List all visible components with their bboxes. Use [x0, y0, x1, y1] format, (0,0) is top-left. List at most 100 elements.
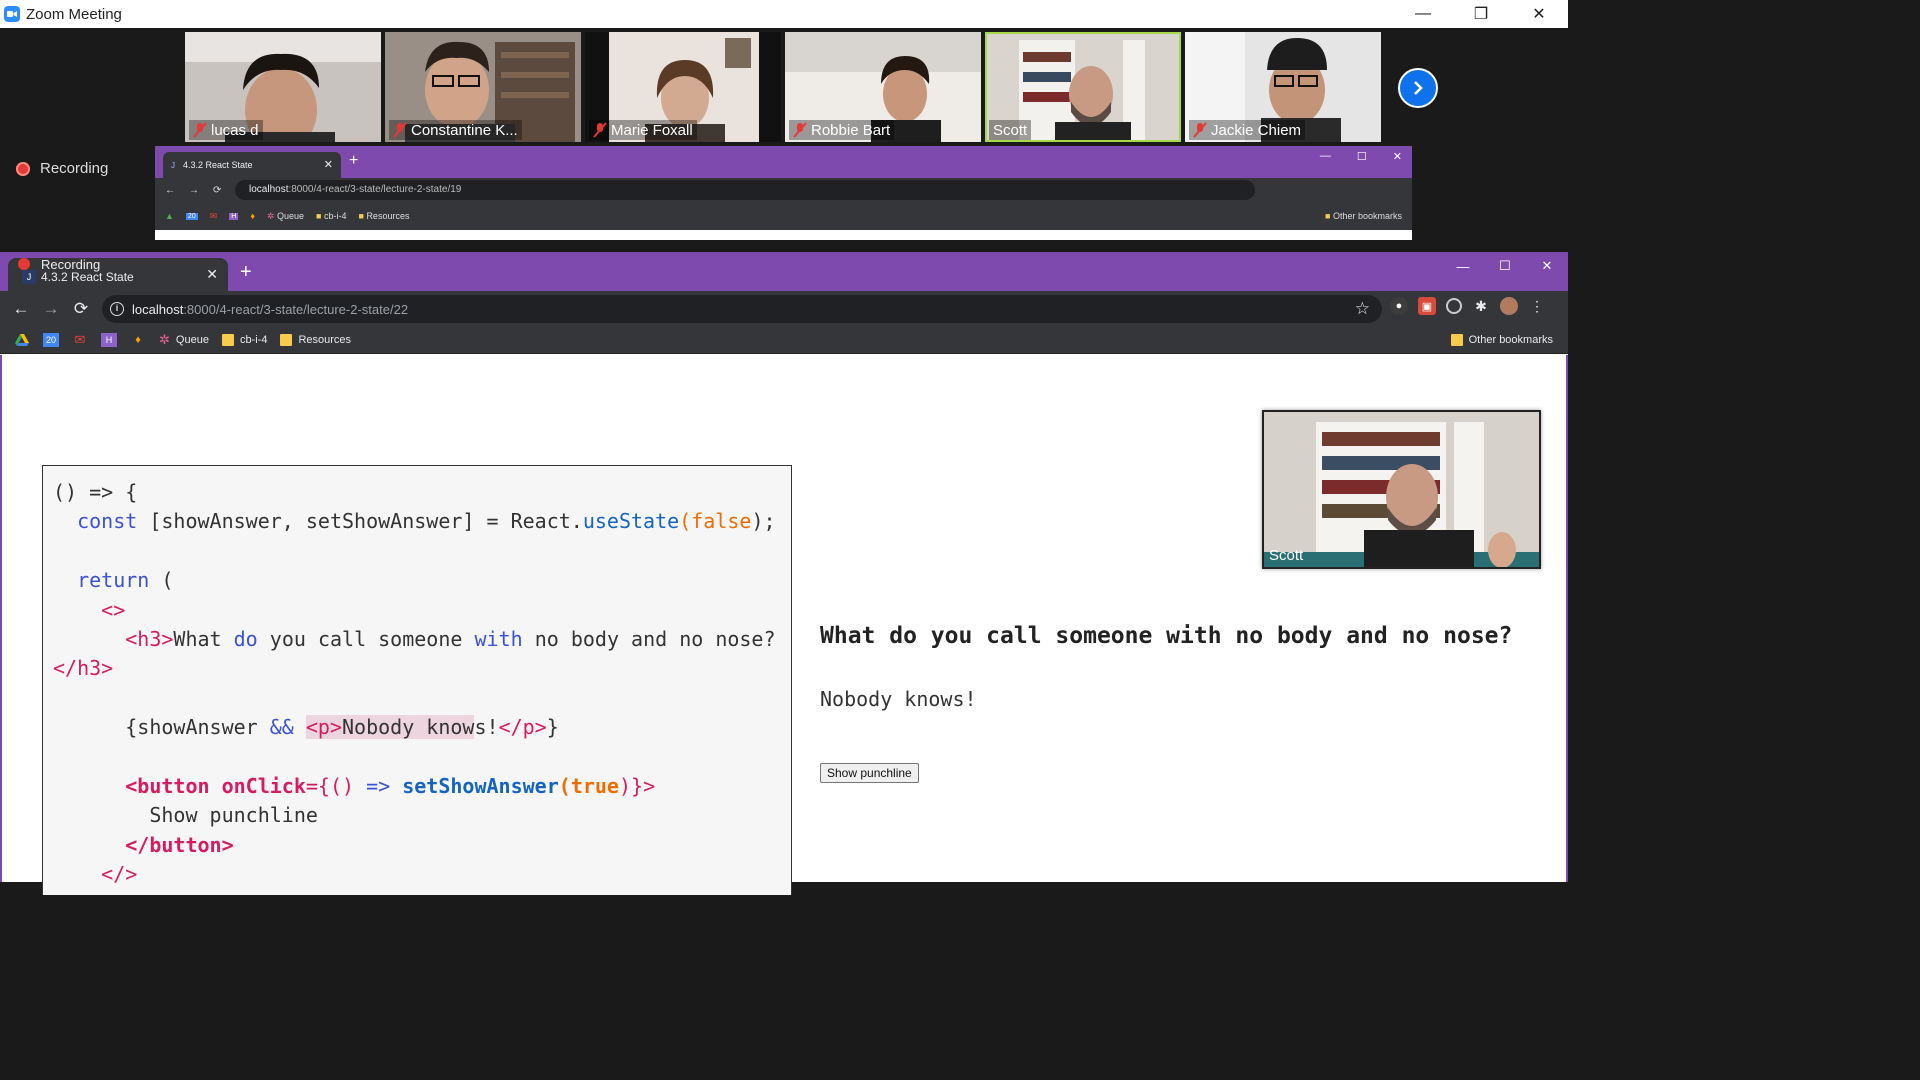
participant-tile[interactable]: Robbie Bart	[785, 32, 981, 142]
info-icon[interactable]: i	[110, 302, 124, 316]
participant-name: Marie Foxall	[611, 121, 693, 139]
bookmark-h-icon[interactable]: H	[101, 333, 117, 347]
bookmark-drive-icon: ▲	[165, 211, 174, 221]
close-tab-icon[interactable]: ✕	[206, 266, 218, 283]
recording-label: Recording	[40, 160, 109, 177]
record-icon	[16, 161, 30, 176]
mini-bookmark-folder: ■ Resources	[358, 211, 410, 221]
mini-tab: J 4.3.2 React State ✕	[163, 152, 341, 178]
close-icon: ✕	[1392, 151, 1402, 163]
close-button[interactable]: ✕	[1526, 252, 1568, 280]
reload-button[interactable]: ⟳	[66, 294, 96, 324]
participant-tile[interactable]: Constantine K...	[385, 32, 581, 142]
page-content: () => { const [showAnswer, setShowAnswer…	[0, 355, 1568, 895]
tab-favicon-icon: J	[22, 270, 36, 284]
profile-avatar[interactable]	[1500, 297, 1518, 315]
back-icon: ←	[165, 184, 175, 196]
code-block: () => { const [showAnswer, setShowAnswer…	[42, 465, 792, 895]
bookmark-calendar-icon[interactable]: 20	[43, 333, 59, 347]
show-punchline-button[interactable]: Show punchline	[820, 763, 919, 783]
bookmark-fire-icon: ♦	[250, 211, 255, 221]
bookmark-star-icon[interactable]: ☆	[1355, 299, 1370, 319]
participant-name: Jackie Chiem	[1211, 121, 1302, 139]
maximize-button[interactable]: ☐	[1484, 252, 1526, 280]
restore-button[interactable]: ❐	[1452, 0, 1510, 28]
close-button[interactable]: ✕	[1510, 0, 1568, 28]
queue-icon: ✲	[159, 332, 170, 347]
new-tab-button[interactable]: +	[240, 262, 252, 282]
bookmark-gmail-icon: ✉	[209, 210, 218, 221]
bookmark-folder-resources[interactable]: Resources	[280, 334, 351, 346]
mini-bookmark-folder: ■ cb-i-4	[316, 211, 347, 221]
bookmarks-bar: 20 ✉ H ♦ ✲ Queue cb-i-4 Resources Other b…	[0, 327, 1568, 354]
tab-title: 4.3.2 React State	[41, 270, 134, 284]
url-host: localhost	[132, 301, 184, 317]
mic-muted-icon	[393, 122, 407, 138]
next-page-button[interactable]	[1398, 68, 1438, 108]
mic-muted-icon	[593, 122, 607, 138]
chevron-right-icon	[1414, 81, 1423, 95]
extension-red-icon[interactable]: ▣	[1418, 297, 1436, 315]
bookmark-calendar-icon: 20	[185, 212, 198, 220]
other-bookmarks[interactable]: Other bookmarks	[1450, 334, 1553, 346]
tab-favicon-icon: J	[171, 160, 175, 170]
bookmark-h-icon: H	[229, 212, 239, 220]
zoom-titlebar: Zoom Meeting — ❐ ✕	[0, 0, 1568, 28]
bookmark-queue[interactable]: ✲ Queue	[159, 332, 209, 348]
tab-strip: J Recording 4.3.2 React State ✕ + — ☐ ✕	[0, 252, 1568, 291]
recording-indicator[interactable]: Recording	[16, 160, 108, 177]
mic-muted-icon	[793, 122, 807, 138]
participant-name: Constantine K...	[411, 121, 518, 139]
maximize-icon: ☐	[1356, 151, 1367, 163]
mini-address-bar: localhost:8000/4-react/3-state/lecture-2…	[235, 180, 1255, 200]
minimize-button[interactable]: —	[1394, 0, 1452, 28]
menu-kebab-icon[interactable]: ⋮	[1528, 297, 1546, 315]
extension-lastpass-icon[interactable]: ●	[1390, 297, 1408, 315]
participant-tile[interactable]: Marie Foxall	[585, 32, 781, 142]
self-video-feed	[1264, 412, 1539, 567]
url-path: :8000/4-react/3-state/lecture-2-state/22	[183, 301, 409, 317]
extensions-puzzle-icon[interactable]: ✱	[1472, 297, 1490, 315]
close-icon: ✕	[323, 159, 333, 171]
participant-name: Robbie Bart	[811, 121, 891, 139]
mic-muted-icon	[193, 122, 207, 138]
folder-icon	[1450, 334, 1463, 346]
zoom-meeting-area: lucas d Constantine K... Marie Foxall Ro…	[0, 28, 1568, 252]
output-heading: What do you call someone with no body an…	[820, 623, 1513, 649]
minimize-button[interactable]: —	[1442, 252, 1484, 280]
participant-tile[interactable]: lucas d	[185, 32, 381, 142]
extension-record-icon[interactable]	[1446, 298, 1462, 314]
reload-icon: ⟳	[213, 184, 222, 196]
browser-toolbar: ← → ⟳ i localhost:8000/4-react/3-state/l…	[0, 291, 1568, 327]
window-title: Zoom Meeting	[26, 5, 122, 23]
participant-gallery: lucas d Constantine K... Marie Foxall Ro…	[185, 32, 1381, 142]
participant-tile[interactable]: Jackie Chiem	[1185, 32, 1381, 142]
self-name: Scott	[1269, 547, 1304, 564]
output-answer: Nobody knows!	[820, 687, 977, 711]
mini-tab-title: 4.3.2 React State	[183, 160, 253, 170]
forward-button[interactable]: →	[36, 294, 66, 324]
browser-window: J Recording 4.3.2 React State ✕ + — ☐ ✕ …	[0, 252, 1568, 895]
participant-name: lucas d	[211, 121, 259, 139]
bookmark-gmail-icon[interactable]: ✉	[72, 332, 88, 347]
mini-other-bookmarks: ■ Other bookmarks	[1325, 211, 1402, 221]
bookmark-drive-icon[interactable]	[14, 333, 30, 347]
new-tab-icon: +	[349, 152, 359, 169]
participant-name: Scott	[993, 121, 1028, 139]
back-button[interactable]: ←	[6, 294, 36, 324]
participant-tile-active[interactable]: Scott	[985, 32, 1181, 142]
code-text: () => { const [showAnswer, setShowAnswer…	[53, 480, 776, 887]
folder-icon	[221, 334, 234, 346]
mic-muted-icon	[1193, 122, 1207, 138]
forward-icon: →	[189, 184, 199, 196]
tab-active[interactable]: J Recording 4.3.2 React State ✕	[8, 257, 228, 291]
address-bar[interactable]: i localhost:8000/4-react/3-state/lecture…	[102, 295, 1382, 323]
record-icon	[18, 258, 30, 270]
folder-icon	[280, 334, 293, 346]
bookmark-folder-cb[interactable]: cb-i-4	[221, 334, 267, 346]
shared-screen-mirror: J 4.3.2 React State ✕ + — ☐ ✕ ← → ⟳ localhos…	[155, 146, 1412, 240]
zoom-logo-icon	[4, 6, 20, 22]
self-video[interactable]: Scott	[1262, 410, 1541, 569]
bookmark-firebase-icon[interactable]: ♦	[130, 333, 146, 347]
minimize-icon: —	[1319, 150, 1331, 162]
